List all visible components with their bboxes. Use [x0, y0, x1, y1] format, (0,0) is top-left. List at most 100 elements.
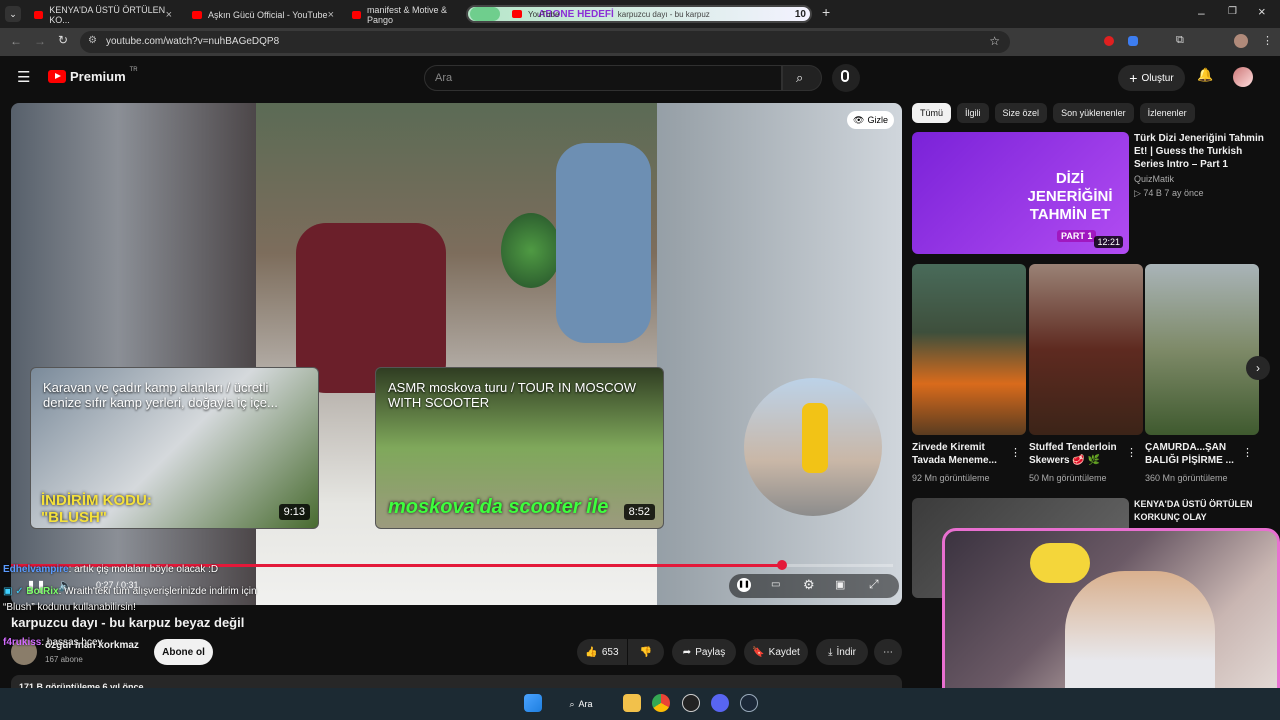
site-info-icon[interactable]: ⚙ [88, 35, 97, 46]
short-menu-icon[interactable]: ⋮ [1010, 446, 1021, 459]
recommended-channel[interactable]: QuizMatik [1134, 174, 1174, 184]
menu-kebab-icon[interactable]: ⋮ [1262, 34, 1273, 47]
github-icon[interactable] [682, 694, 700, 712]
profile-avatar[interactable] [1234, 34, 1248, 48]
back-icon[interactable]: ← [10, 34, 22, 48]
video-player[interactable]: 👁 Gizle Karavan ve çadır kamp alanları / … [11, 103, 902, 605]
eye-off-icon: 👁 [853, 114, 865, 125]
chip-related[interactable]: İlgili [957, 103, 989, 123]
extension-icon[interactable] [1104, 36, 1114, 46]
close-tab-icon[interactable]: × [166, 9, 172, 21]
short-title[interactable]: Zirvede Kiremit Tavada Meneme... [912, 441, 1007, 467]
settings-gear-icon[interactable]: ⚙ [803, 577, 815, 593]
close-window-button[interactable]: × [1258, 4, 1266, 19]
person-yellow-jacket [802, 403, 828, 473]
short-thumbnail[interactable] [1029, 264, 1143, 435]
tab-kenya[interactable]: KENYA'DA ÜSTÜ ÖRTÜLEN KO... × [26, 4, 178, 26]
youtube-logo[interactable]: Premium TR [48, 67, 138, 84]
file-explorer-icon[interactable] [623, 694, 641, 712]
more-dots-icon: ⋯ [883, 646, 893, 658]
endcard-overlay-text: moskova'da scooter ile [388, 496, 609, 518]
youtube-favicon-icon [352, 11, 361, 19]
tab-manifest[interactable]: manifest & Motive & Pango [344, 4, 464, 26]
voice-search-button[interactable] [832, 64, 860, 92]
hamburger-menu-icon[interactable]: ☰ [17, 68, 30, 86]
fullscreen-icon[interactable]: ⤢ [869, 577, 879, 592]
restore-button[interactable]: ❐ [1228, 6, 1237, 17]
endcard-channel-avatar[interactable] [744, 378, 882, 516]
endcard-video-moscow[interactable]: ASMR moskova turu / TOUR IN MOSCOW WITH … [375, 367, 664, 529]
subscriber-goal-overlay: YouTube ABONE HEDEFİ karpuzcu dayı - bu … [466, 5, 812, 23]
recommended-title[interactable]: Türk Dizi Jeneriğini Tahmin Et! | Guess … [1134, 132, 1264, 171]
windows-start-icon[interactable] [524, 694, 542, 712]
tab-list-button[interactable]: ⌄ [5, 6, 21, 22]
short-title[interactable]: ÇAMURDA...ŞAN BALIĞI PİŞİRME ... [1145, 441, 1240, 467]
create-button[interactable]: + Oluştur [1118, 65, 1185, 91]
endcard-video-camping[interactable]: Karavan ve çadır kamp alanları / ücretli… [30, 367, 319, 529]
steam-icon[interactable] [740, 694, 758, 712]
person-shirt [556, 143, 651, 343]
chat-message: Edhelvampire: artık çiş molaları böyle o… [3, 564, 219, 575]
chrome-icon[interactable] [652, 694, 670, 712]
short-thumbnail[interactable] [912, 264, 1026, 435]
extensions-puzzle-icon[interactable]: ⧉ [1176, 34, 1184, 47]
recommended-title[interactable]: KENYA'DA ÜSTÜ ÖRTÜLEN KORKUNÇ OLAY [1134, 498, 1259, 524]
filter-chips: Tümü İlgili Size özel Son yüklenenler İz… [912, 103, 1195, 123]
short-thumbnail[interactable] [1145, 264, 1259, 435]
youtube-favicon-icon [512, 10, 522, 18]
address-bar-row: ← → ↻ ⚙ youtube.com/watch?v=nuhBAGeDQP8 … [0, 28, 1280, 56]
short-menu-icon[interactable]: ⋮ [1242, 446, 1253, 459]
more-actions-button[interactable]: ⋯ [874, 639, 902, 665]
reload-icon[interactable]: ↻ [58, 33, 68, 47]
forward-icon[interactable]: → [34, 34, 46, 48]
search-button[interactable]: ⌕ [782, 65, 822, 91]
short-views: 92 Mn görüntüleme [912, 473, 990, 483]
video-duration: 12:21 [1094, 236, 1123, 248]
tab-youtube[interactable]: YouTube [504, 7, 559, 21]
notifications-bell-icon[interactable]: 🔔 [1197, 67, 1213, 83]
search-input[interactable]: Ara [424, 65, 782, 91]
download-button[interactable]: ⤓ İndir [816, 639, 868, 665]
subtitles-icon[interactable]: ▭ [771, 579, 780, 590]
short-views: 360 Mn görüntüleme [1145, 473, 1228, 483]
video-frame-watermelon-seller [256, 103, 657, 605]
minimize-button[interactable]: – [1198, 6, 1205, 20]
discord-icon[interactable] [711, 694, 729, 712]
endcard-title: Karavan ve çadır kamp alanları / ücretli… [43, 380, 278, 410]
bookmark-icon: 🔖 [752, 646, 765, 658]
tab-karpuzcu[interactable]: karpuzcu dayı - bu karpuz [618, 10, 710, 19]
goal-progress-bar [470, 7, 500, 21]
hide-endcards-button[interactable]: 👁 Gizle [847, 111, 894, 129]
chip-watched[interactable]: İzlenenler [1139, 103, 1195, 123]
endcard-title: ASMR moskova turu / TOUR IN MOSCOW WITH … [388, 380, 637, 410]
share-button[interactable]: ➦ Paylaş [672, 639, 736, 665]
thumbnail-text: DİZİ JENERİĞİNİ TAHMİN ET [1027, 170, 1113, 223]
chip-recent[interactable]: Son yüklenenler [1053, 103, 1134, 123]
thumbs-down-icon: 👎 [639, 646, 653, 658]
pause-icon[interactable]: ❚❚ [737, 578, 751, 592]
close-tab-icon[interactable]: × [328, 9, 334, 21]
taskbar-search[interactable]: ⌕ Ara [555, 694, 607, 714]
short-menu-icon[interactable]: ⋮ [1126, 446, 1137, 459]
subscriber-count: 167 abone [45, 655, 83, 664]
tab-askin-gucu[interactable]: Aşkın Gücü Official - YouTube × [184, 4, 340, 26]
short-title[interactable]: Stuffed Tenderloin Skewers 🥩 🌿 [1029, 441, 1124, 467]
dislike-button[interactable]: 👎 [628, 639, 664, 665]
chip-for-you[interactable]: Size özel [994, 103, 1048, 123]
account-avatar[interactable] [1233, 67, 1253, 87]
recommended-thumbnail[interactable]: DİZİ JENERİĞİNİ TAHMİN ET PART 1 12:21 [912, 132, 1129, 254]
chip-all[interactable]: Tümü [912, 103, 952, 123]
theater-mode-icon[interactable]: ▣ [835, 578, 845, 591]
subscribe-button[interactable]: Abone ol [154, 639, 213, 665]
youtube-favicon-icon [192, 11, 202, 19]
url-field[interactable]: ⚙ youtube.com/watch?v=nuhBAGeDQP8 ☆ [80, 31, 1010, 53]
like-button[interactable]: 👍 653 [577, 639, 627, 665]
bookmark-star-icon[interactable]: ☆ [989, 34, 1000, 48]
save-button[interactable]: 🔖 Kaydet [744, 639, 808, 665]
new-tab-button[interactable]: + [822, 4, 830, 20]
short-views: 50 Mn görüntüleme [1029, 473, 1107, 483]
thumbnail-part: PART 1 [1057, 230, 1097, 242]
progress-scrubber[interactable] [777, 560, 787, 570]
extension-icon[interactable] [1128, 36, 1138, 46]
shorts-next-button[interactable]: › [1246, 356, 1270, 380]
